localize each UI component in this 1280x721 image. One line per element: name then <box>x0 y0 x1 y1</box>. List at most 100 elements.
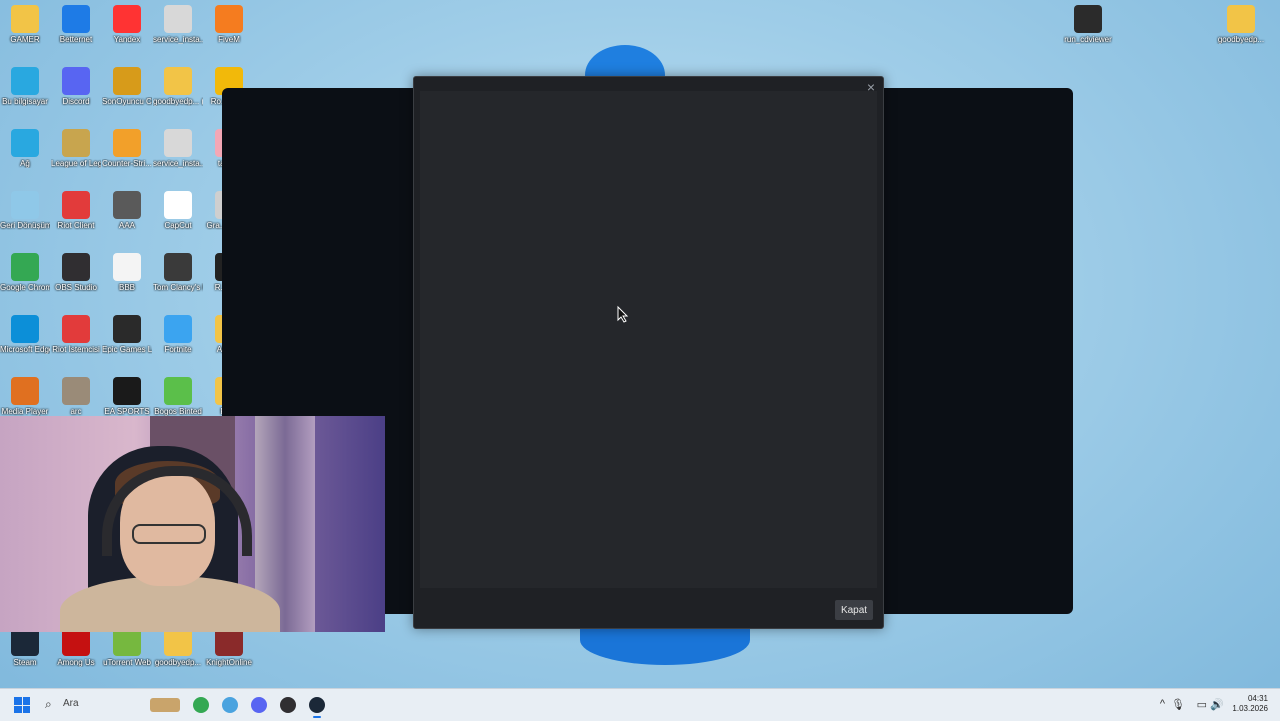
yandex-icon <box>113 5 141 33</box>
desktop-icon-label: Discord <box>62 97 90 106</box>
microphone-icon[interactable]: 🎙 <box>1171 698 1185 711</box>
desktop-icon-label: Bu bilgisayar <box>2 97 48 106</box>
desktop-icon[interactable]: Riot Client <box>51 191 101 230</box>
windows-start-icon[interactable] <box>14 697 30 713</box>
desktop-icon[interactable]: Epic Games Launcher <box>102 315 152 354</box>
desktop-icon-label: League of Legends <box>51 159 101 168</box>
desktop-icon[interactable]: uTorrent Web <box>102 628 152 667</box>
desktop-icon[interactable]: Geri Dönüşüm... <box>0 191 50 230</box>
desktop-icon[interactable]: run_cdviewer <box>1063 5 1113 44</box>
network-icon[interactable]: ▭ <box>1197 698 1207 711</box>
desktop-icon-label: goodbyedp... <box>154 658 202 667</box>
desktop-icon[interactable]: League of Legends <box>51 129 101 168</box>
chrome-icon <box>11 253 39 281</box>
dialog-window: × Kapat <box>413 76 884 629</box>
desktop-icon[interactable]: arc <box>51 377 101 416</box>
dialog-content-area <box>420 91 877 588</box>
desktop-icon-label: Microsoft Edge <box>0 345 50 354</box>
document-icon <box>113 253 141 281</box>
folder-icon <box>164 67 192 95</box>
desktop-icon-label: FiveM <box>218 35 240 44</box>
desktop-icon-label: Media Player <box>1 407 49 416</box>
desktop-icon[interactable]: BBB <box>102 253 152 292</box>
folder-icon <box>164 628 192 656</box>
knight-online-icon <box>215 628 243 656</box>
tray-chevron-icon[interactable]: ^ <box>1160 698 1165 710</box>
desktop-icon-label: Tom Clancy's Rainbow Six... <box>153 283 203 292</box>
desktop-icon[interactable]: Tom Clancy's Rainbow Six... <box>153 253 203 292</box>
desktop-icon-label: Steam <box>13 658 37 667</box>
desktop-icon[interactable]: Microsoft Edge <box>0 315 50 354</box>
app-icon <box>62 377 90 405</box>
desktop-icon[interactable]: Google Chrome <box>0 253 50 292</box>
desktop-icon[interactable]: Media Player <box>0 377 50 416</box>
settings-taskbar-icon[interactable] <box>222 697 238 713</box>
among-us-icon <box>62 628 90 656</box>
desktop-icon[interactable]: service_insta... <box>153 129 203 168</box>
media-player-icon <box>11 377 39 405</box>
desktop-icon[interactable]: Betternet <box>51 5 101 44</box>
discord-icon <box>62 67 90 95</box>
desktop-icon-label: uTorrent Web <box>103 658 151 667</box>
riot-icon <box>62 315 90 343</box>
desktop-icon[interactable]: Steam <box>0 628 50 667</box>
desktop-icon[interactable]: OBS Studio <box>51 253 101 292</box>
cs2-icon <box>113 129 141 157</box>
desktop-icon[interactable]: Counter-Stri... 2 <box>102 129 152 168</box>
fortnite-icon <box>164 315 192 343</box>
desktop-icon[interactable]: GAMER <box>0 5 50 44</box>
capcut-icon <box>164 191 192 219</box>
desktop-icon[interactable]: Bu bilgisayar <box>0 67 50 106</box>
desktop-icon[interactable]: Discord <box>51 67 101 106</box>
search-icon[interactable]: ⌕ <box>45 697 52 712</box>
desktop-icon[interactable]: goodbyedp... <box>1216 5 1266 44</box>
desktop-icon-label: Counter-Stri... 2 <box>102 159 152 168</box>
clock-time: 04:31 <box>1247 694 1268 703</box>
document-icon <box>113 191 141 219</box>
steam-icon <box>11 628 39 656</box>
desktop-icon[interactable]: AAA <box>102 191 152 230</box>
desktop-icon-label: Yandex <box>113 35 141 44</box>
desktop-icon[interactable]: Fortnite <box>153 315 203 354</box>
obs-taskbar-icon[interactable] <box>280 697 296 713</box>
desktop-icon-label: CapCut <box>164 221 192 230</box>
ea-icon <box>113 377 141 405</box>
desktop-icon-label: BBB <box>118 283 135 292</box>
taskbar-search-input[interactable]: Ara <box>63 698 79 709</box>
desktop-icon-label: service_insta... <box>153 159 203 168</box>
network-icon <box>11 129 39 157</box>
desktop-icon-label: goodbyedp... (1) <box>153 97 203 106</box>
desktop-icon[interactable]: Ağ <box>0 129 50 168</box>
desktop-icon-label: Riot İstemcisi <box>52 345 100 354</box>
desktop-icon-label: AAA <box>118 221 135 230</box>
desktop-icon[interactable]: Riot İstemcisi <box>51 315 101 354</box>
chrome-taskbar-icon[interactable] <box>193 697 209 713</box>
search-highlight-image[interactable] <box>150 698 180 712</box>
clock[interactable]: 04:31 1.03.2026 <box>1232 694 1268 714</box>
desktop-icon[interactable]: SonOyuncu Client <box>102 67 152 106</box>
desktop-icon-label: SonOyuncu Client <box>102 97 152 106</box>
desktop-icon-label: Fortnite <box>164 345 192 354</box>
desktop-icon[interactable]: Yandex <box>102 5 152 44</box>
desktop-icon[interactable]: CapCut <box>153 191 203 230</box>
lol-icon <box>62 129 90 157</box>
desktop-icon-label: Bogos Binted <box>154 407 202 416</box>
desktop-icon[interactable]: KnightOnline <box>204 628 254 667</box>
desktop-icon[interactable]: EA SPORTS <box>102 377 152 416</box>
desktop-icon[interactable]: Among Us <box>51 628 101 667</box>
webcam-overlay <box>0 416 385 632</box>
close-button[interactable]: Kapat <box>835 600 873 620</box>
settings-file-icon <box>164 129 192 157</box>
steam-taskbar-icon[interactable] <box>309 697 325 718</box>
desktop-icon[interactable]: service_insta... <box>153 5 203 44</box>
desktop-icon-label: Ağ <box>20 159 30 168</box>
desktop-icon-label: GAMER <box>10 35 40 44</box>
discord-taskbar-icon[interactable] <box>251 697 267 713</box>
desktop-icon[interactable]: Bogos Binted <box>153 377 203 416</box>
volume-icon[interactable]: 🔊 <box>1210 698 1224 711</box>
riot-icon <box>62 191 90 219</box>
sonoyuncu-icon <box>113 67 141 95</box>
desktop-icon[interactable]: goodbyedp... <box>153 628 203 667</box>
desktop-icon[interactable]: goodbyedp... (1) <box>153 67 203 106</box>
desktop-icon[interactable]: FiveM <box>204 5 254 44</box>
